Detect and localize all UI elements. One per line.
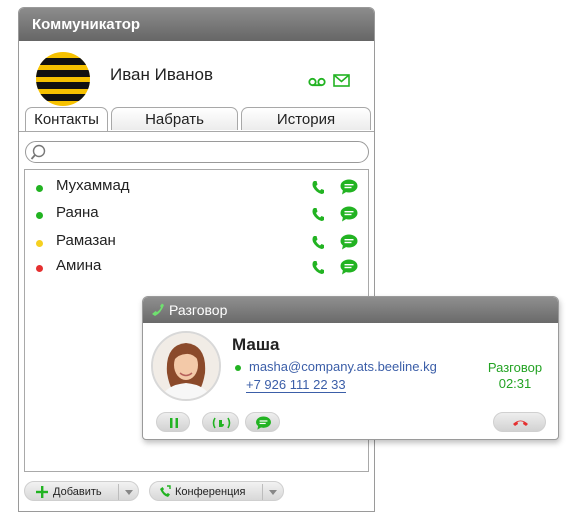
hold-button[interactable] [156, 412, 190, 432]
contact-name: Раяна [56, 204, 99, 221]
list-item[interactable]: Амина [25, 254, 368, 280]
mail-icon[interactable] [333, 74, 350, 87]
call-popup-header: Разговор [143, 297, 558, 323]
transfer-icon [212, 417, 231, 429]
hangup-icon [513, 420, 528, 426]
conference-icon [160, 485, 171, 497]
call-icon[interactable] [311, 235, 325, 250]
hangup-button[interactable] [493, 412, 546, 432]
avatar [151, 331, 221, 401]
call-icon[interactable] [311, 180, 325, 195]
chat-icon[interactable] [340, 259, 358, 275]
add-contact-label: Добавить [53, 486, 102, 498]
call-icon [152, 303, 164, 316]
search-input[interactable] [25, 141, 369, 163]
call-popup: Разговор Маша masha@company.ats.beeline.… [142, 296, 559, 440]
list-item[interactable]: Мухаммад [25, 174, 368, 200]
contact-name: Рамазан [56, 232, 116, 249]
search-icon [30, 144, 46, 160]
chat-icon[interactable] [340, 179, 358, 195]
call-status-label: Разговор [487, 360, 543, 375]
status-dot [36, 265, 43, 272]
call-popup-title: Разговор [169, 302, 228, 318]
user-name: Иван Иванов [110, 65, 214, 84]
chat-icon[interactable] [340, 234, 358, 250]
list-item[interactable]: Рамазан [25, 229, 368, 255]
contact-name: Мухаммад [56, 177, 130, 194]
status-dot [36, 185, 43, 192]
call-duration: 02:31 [498, 376, 532, 391]
chat-icon [256, 416, 271, 430]
tab-history[interactable]: История [241, 107, 371, 130]
chevron-down-icon[interactable] [269, 490, 277, 495]
chevron-down-icon[interactable] [125, 490, 133, 495]
tab-bar: Контакты Набрать История [25, 107, 371, 132]
contact-email[interactable]: masha@company.ats.beeline.kg [249, 359, 437, 374]
call-icon[interactable] [311, 207, 325, 222]
chat-icon[interactable] [340, 206, 358, 222]
pause-icon [170, 418, 178, 428]
contact-phone[interactable]: +7 926 111 22 33 [246, 377, 346, 393]
status-dot [36, 212, 43, 219]
tab-divider [19, 131, 374, 132]
profile-header: Иван Иванов [19, 42, 374, 106]
plus-icon [36, 486, 48, 498]
chat-button[interactable] [245, 412, 280, 432]
tab-contacts[interactable]: Контакты [25, 107, 108, 132]
beeline-logo [36, 52, 90, 106]
status-dot [235, 365, 241, 371]
call-status: Разговор 02:31 [475, 360, 555, 392]
contact-name: Амина [56, 257, 102, 274]
status-dot [36, 240, 43, 247]
window-title: Коммуникатор [19, 8, 374, 41]
conference-button[interactable]: Конференция [149, 481, 284, 501]
voicemail-icon[interactable] [308, 76, 326, 88]
call-contact-name: Маша [232, 335, 280, 354]
add-contact-button[interactable]: Добавить [24, 481, 139, 501]
tab-dial[interactable]: Набрать [111, 107, 238, 130]
call-icon[interactable] [311, 260, 325, 275]
list-item[interactable]: Раяна [25, 201, 368, 227]
transfer-button[interactable] [202, 412, 239, 432]
conference-label: Конференция [175, 486, 246, 498]
